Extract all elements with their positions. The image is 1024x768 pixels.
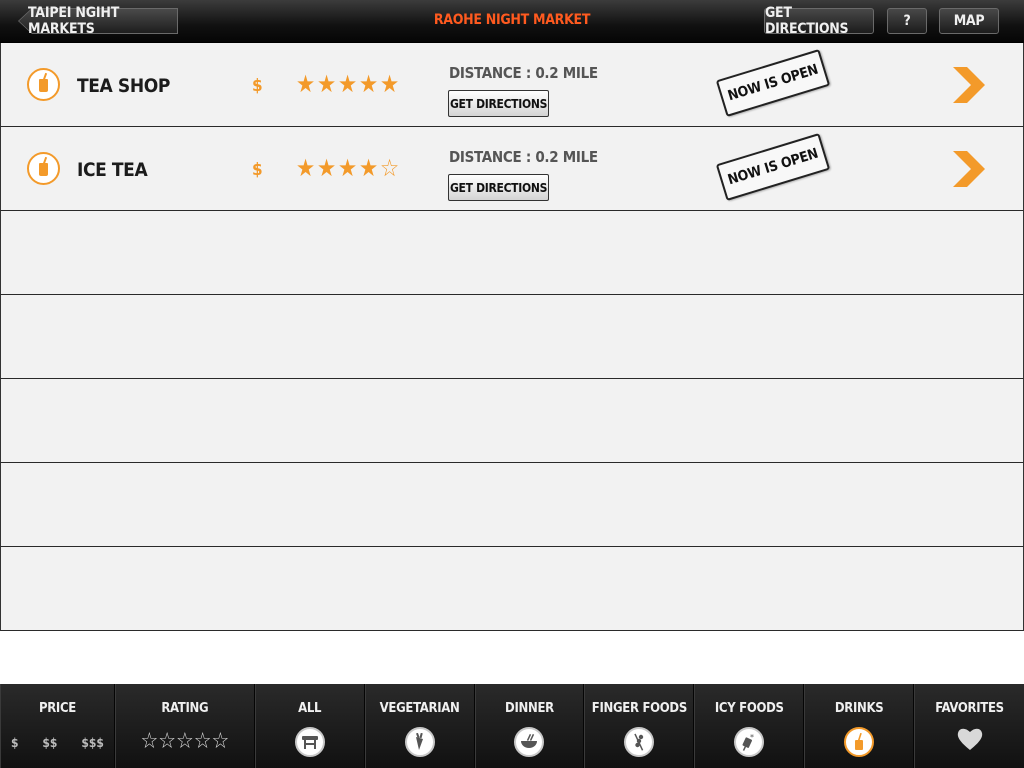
chevron-right-icon[interactable] xyxy=(951,67,987,103)
tab-label: FINGER FOODS xyxy=(591,701,688,716)
filter-tab-bar: PRICE $ $$ $$$ RATING ☆ ☆ ☆ ☆ ☆ ALL VEGETARI… xyxy=(0,684,1024,768)
skewer-icon xyxy=(624,727,655,757)
rating-filter-stars[interactable]: ☆ ☆ ☆ ☆ ☆ xyxy=(116,731,254,753)
drink-cup-icon xyxy=(844,727,875,757)
help-button[interactable]: ? xyxy=(887,8,927,34)
empty-row xyxy=(0,295,1024,379)
shop-distance: DISTANCE : 0.2 MILE xyxy=(449,148,598,166)
price-option-2[interactable]: $$ xyxy=(42,736,57,750)
empty-row xyxy=(0,463,1024,547)
chevron-right-icon[interactable] xyxy=(951,151,987,187)
star-empty-icon[interactable]: ☆ xyxy=(158,731,176,753)
price-option-3[interactable]: $$$ xyxy=(81,736,104,750)
star-filled-icon: ★ xyxy=(337,154,358,182)
get-directions-button[interactable]: GET DIRECTIONS xyxy=(448,174,549,201)
shop-price: $ xyxy=(252,160,263,180)
back-button-label: TAIPEI NGIHT MARKETS xyxy=(28,5,120,37)
empty-row xyxy=(0,547,1024,631)
table-icon xyxy=(294,727,325,757)
tab-icy-foods[interactable]: ICY FOODS * xyxy=(694,684,805,768)
star-filled-icon: ★ xyxy=(295,154,316,182)
rating-filter-label: RATING xyxy=(161,701,209,716)
empty-row xyxy=(0,211,1024,295)
star-filled-icon: ★ xyxy=(337,70,358,98)
rating-filter: RATING ☆ ☆ ☆ ☆ ☆ xyxy=(114,684,255,768)
bowl-icon xyxy=(514,727,545,757)
empty-row xyxy=(0,379,1024,463)
list-item[interactable]: ICE TEA $ ★ ★ ★ ★ ☆ DISTANCE : 0.2 MILE GET … xyxy=(0,127,1024,211)
price-option-1[interactable]: $ xyxy=(11,736,19,750)
star-filled-icon: ★ xyxy=(316,154,337,182)
shop-rating: ★ ★ ★ ★ ★ xyxy=(295,71,400,97)
heart-icon xyxy=(957,728,982,750)
tab-label: DINNER xyxy=(505,701,554,716)
price-filter-label: PRICE xyxy=(38,701,76,716)
shaved-ice-icon: * xyxy=(734,727,765,757)
get-directions-button[interactable]: GET DIRECTIONS xyxy=(764,5,874,37)
drink-cup-icon xyxy=(27,152,60,185)
svg-text:*: * xyxy=(750,733,754,742)
tab-finger-foods[interactable]: FINGER FOODS xyxy=(584,684,695,768)
shop-name: TEA SHOP xyxy=(77,75,170,97)
tab-vegetarian[interactable]: VEGETARIAN xyxy=(364,684,475,768)
tab-label: VEGETARIAN xyxy=(379,701,460,716)
tab-label: ALL xyxy=(298,701,322,716)
get-directions-button[interactable]: GET DIRECTIONS xyxy=(448,90,549,117)
shop-rating: ★ ★ ★ ★ ☆ xyxy=(295,155,400,181)
star-empty-icon[interactable]: ☆ xyxy=(176,731,194,753)
tab-label: DRINKS xyxy=(834,701,884,716)
list-bottom-spacer xyxy=(0,631,1024,684)
list-item[interactable]: TEA SHOP $ ★ ★ ★ ★ ★ DISTANCE : 0.2 MILE GET… xyxy=(0,43,1024,127)
tab-dinner[interactable]: DINNER xyxy=(474,684,585,768)
open-status-stamp: NOW IS OPEN xyxy=(715,133,831,201)
tab-drinks[interactable]: DRINKS xyxy=(804,684,915,768)
tab-favorites[interactable]: FAVORITES xyxy=(914,684,1024,768)
star-filled-icon: ★ xyxy=(358,70,379,98)
drink-cup-icon xyxy=(27,68,60,101)
star-filled-icon: ★ xyxy=(316,70,337,98)
shop-distance: DISTANCE : 0.2 MILE xyxy=(449,64,598,82)
star-empty-icon: ☆ xyxy=(379,154,400,182)
shop-price: $ xyxy=(252,76,263,96)
shop-list: TEA SHOP $ ★ ★ ★ ★ ★ DISTANCE : 0.2 MILE GET… xyxy=(0,43,1024,631)
page-title: RAOHE NIGHT MARKET xyxy=(433,12,591,28)
shop-name: ICE TEA xyxy=(77,159,148,181)
star-empty-icon[interactable]: ☆ xyxy=(140,731,158,753)
star-empty-icon[interactable]: ☆ xyxy=(211,731,229,753)
map-button[interactable]: MAP xyxy=(939,8,999,34)
star-filled-icon: ★ xyxy=(295,70,316,98)
tab-label: FAVORITES xyxy=(935,701,1004,716)
open-status-stamp: NOW IS OPEN xyxy=(715,49,831,117)
tab-label: ICY FOODS xyxy=(714,701,784,716)
back-button[interactable]: TAIPEI NGIHT MARKETS xyxy=(18,5,178,37)
tab-all[interactable]: ALL xyxy=(254,684,365,768)
star-filled-icon: ★ xyxy=(358,154,379,182)
star-filled-icon: ★ xyxy=(379,70,400,98)
price-filter: PRICE $ $$ $$$ xyxy=(0,684,115,768)
carrot-icon xyxy=(404,727,435,757)
top-navigation-bar: TAIPEI NGIHT MARKETS RAOHE NIGHT MARKET … xyxy=(0,0,1024,43)
star-empty-icon[interactable]: ☆ xyxy=(194,731,212,753)
